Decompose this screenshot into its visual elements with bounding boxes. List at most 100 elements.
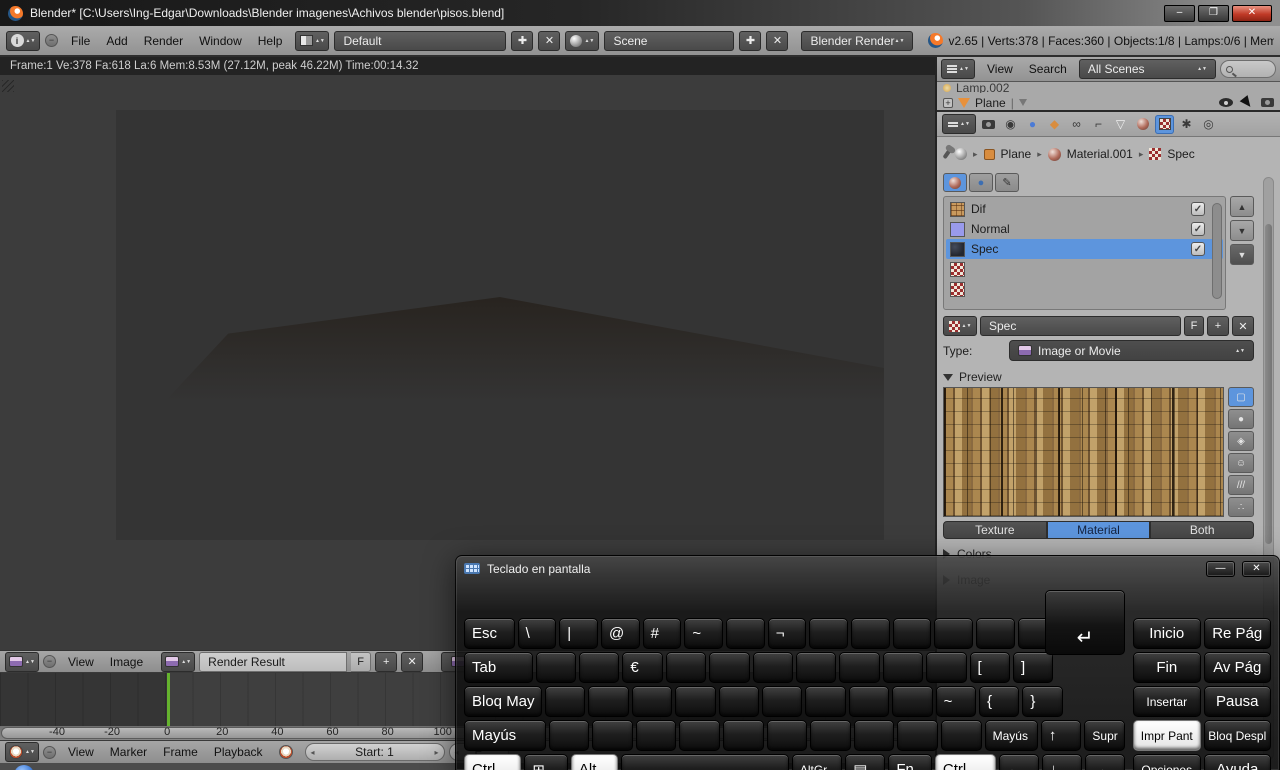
- texture-slot-empty[interactable]: [946, 279, 1223, 299]
- context-world-texture-button[interactable]: ●: [969, 173, 993, 192]
- scene-name-field[interactable]: Scene: [604, 31, 734, 51]
- key-ctrl[interactable]: Ctrl: [464, 754, 521, 770]
- scene-add-button[interactable]: ✚: [739, 31, 761, 51]
- menu-search[interactable]: Search: [1021, 59, 1075, 79]
- area-corner-grip[interactable]: [2, 80, 14, 92]
- mode-material-button[interactable]: Material: [1047, 521, 1151, 539]
- tab-physics-icon[interactable]: ◎: [1199, 115, 1218, 134]
- key-blank[interactable]: [675, 686, 715, 717]
- key-blank[interactable]: [767, 720, 808, 751]
- key-blank[interactable]: [588, 686, 628, 717]
- key--[interactable]: #: [643, 618, 682, 649]
- slider-right-arrow-icon[interactable]: ▸: [435, 748, 439, 757]
- key--[interactable]: |: [559, 618, 598, 649]
- menu-frame[interactable]: Frame: [155, 742, 206, 762]
- key-blank[interactable]: [536, 652, 576, 683]
- key-blank[interactable]: [679, 720, 720, 751]
- key-blank[interactable]: [636, 720, 677, 751]
- context-material-texture-button[interactable]: [943, 173, 967, 192]
- menu-file[interactable]: File: [63, 31, 98, 51]
- key-mayús[interactable]: Mayús: [464, 720, 546, 751]
- texture-slot-normal[interactable]: Normal✓: [946, 219, 1223, 239]
- fake-user-button[interactable]: F: [351, 652, 371, 672]
- preview-flat-button[interactable]: ▢: [1228, 387, 1254, 407]
- keyboard-close-button[interactable]: ✕: [1242, 561, 1271, 577]
- preview-particles-button[interactable]: ∴: [1228, 497, 1254, 517]
- key-blank[interactable]: [805, 686, 845, 717]
- menu-render[interactable]: Render: [136, 31, 191, 51]
- time-toggle-icon[interactable]: [279, 745, 293, 759]
- outliner-item-lamp[interactable]: Lamp.002: [937, 82, 1280, 93]
- key-blank[interactable]: [632, 686, 672, 717]
- key-mayús[interactable]: Mayús: [985, 720, 1038, 751]
- key-altgr[interactable]: AltGr: [792, 754, 842, 770]
- key-blank[interactable]: [719, 686, 759, 717]
- renderable-camera-icon[interactable]: [1261, 98, 1274, 107]
- key-blank[interactable]: [849, 686, 889, 717]
- texture-enable-checkbox[interactable]: ✓: [1191, 202, 1205, 216]
- tab-modifiers-icon[interactable]: ⌐: [1089, 115, 1108, 134]
- key-ctrl[interactable]: Ctrl: [935, 754, 996, 770]
- tab-render-icon[interactable]: [979, 115, 998, 134]
- key--[interactable]: ←: [999, 754, 1039, 770]
- key--[interactable]: ↑: [1041, 720, 1082, 751]
- editor-type-button[interactable]: ▲▼: [5, 652, 39, 672]
- texture-enable-checkbox[interactable]: ✓: [1191, 222, 1205, 236]
- preview-sphere-button[interactable]: ●: [1228, 409, 1254, 429]
- preview-monkey-button[interactable]: ☺: [1228, 453, 1254, 473]
- key--[interactable]: @: [601, 618, 640, 649]
- breadcrumb-material[interactable]: Material.001: [1067, 147, 1133, 161]
- minimize-button[interactable]: –: [1164, 5, 1195, 22]
- preview-panel-header[interactable]: Preview: [943, 367, 1254, 387]
- key-blank[interactable]: [851, 618, 890, 649]
- layout-browse-button[interactable]: ▲▼: [295, 31, 329, 51]
- key-bloq-may[interactable]: Bloq May: [464, 686, 542, 717]
- menu-image[interactable]: Image: [102, 652, 151, 672]
- key-blank[interactable]: [976, 618, 1015, 649]
- key-supr[interactable]: Supr: [1084, 720, 1125, 751]
- key--[interactable]: ¬: [768, 618, 807, 649]
- image-new-button[interactable]: +: [375, 652, 397, 672]
- key-blank[interactable]: [723, 720, 764, 751]
- image-unlink-button[interactable]: ✕: [401, 652, 423, 672]
- render-engine-select[interactable]: Blender Render ▲▼: [801, 31, 913, 51]
- texture-unlink-button[interactable]: ✕: [1232, 316, 1254, 336]
- list-scrollbar-thumb[interactable]: [1212, 203, 1222, 299]
- mode-both-button[interactable]: Both: [1150, 521, 1254, 539]
- key--[interactable]: \: [518, 618, 557, 649]
- key--[interactable]: ▤: [845, 754, 885, 770]
- key-blank[interactable]: [897, 720, 938, 751]
- key--[interactable]: [: [970, 652, 1010, 683]
- slider-left-arrow-icon[interactable]: ◂: [311, 748, 315, 757]
- texture-name-field[interactable]: Spec: [980, 316, 1181, 336]
- texture-slot-empty[interactable]: [946, 259, 1223, 279]
- key-bloq-despl[interactable]: Bloq Despl: [1204, 720, 1272, 751]
- key-blank[interactable]: [883, 652, 923, 683]
- expand-icon[interactable]: +: [943, 98, 953, 108]
- texture-new-button[interactable]: +: [1207, 316, 1229, 336]
- key--[interactable]: ⊞: [524, 754, 568, 770]
- key--[interactable]: }: [1022, 686, 1062, 717]
- scene-browse-button[interactable]: ▲▼: [565, 31, 599, 51]
- key-blank[interactable]: [549, 720, 590, 751]
- tab-data-icon[interactable]: ▽: [1111, 115, 1130, 134]
- menu-add[interactable]: Add: [98, 31, 135, 51]
- menu-help[interactable]: Help: [250, 31, 291, 51]
- key-blank[interactable]: [753, 652, 793, 683]
- key--[interactable]: ↓: [1042, 754, 1082, 770]
- key--[interactable]: ~: [936, 686, 976, 717]
- key--[interactable]: €: [622, 652, 662, 683]
- scene-delete-button[interactable]: ✕: [766, 31, 788, 51]
- key-esc[interactable]: Esc: [464, 618, 515, 649]
- texture-slot-dif[interactable]: Dif✓: [946, 199, 1223, 219]
- menu-view[interactable]: View: [60, 652, 102, 672]
- outliner-item-plane[interactable]: + Plane |: [937, 93, 1280, 112]
- key-blank[interactable]: [709, 652, 749, 683]
- visibility-eye-icon[interactable]: [1219, 98, 1233, 107]
- key-blank[interactable]: [839, 652, 879, 683]
- preview-hair-button[interactable]: ///: [1228, 475, 1254, 495]
- key--[interactable]: {: [979, 686, 1019, 717]
- preview-cube-button[interactable]: ◈: [1228, 431, 1254, 451]
- context-brush-texture-button[interactable]: ✎: [995, 173, 1019, 192]
- key-blank[interactable]: [545, 686, 585, 717]
